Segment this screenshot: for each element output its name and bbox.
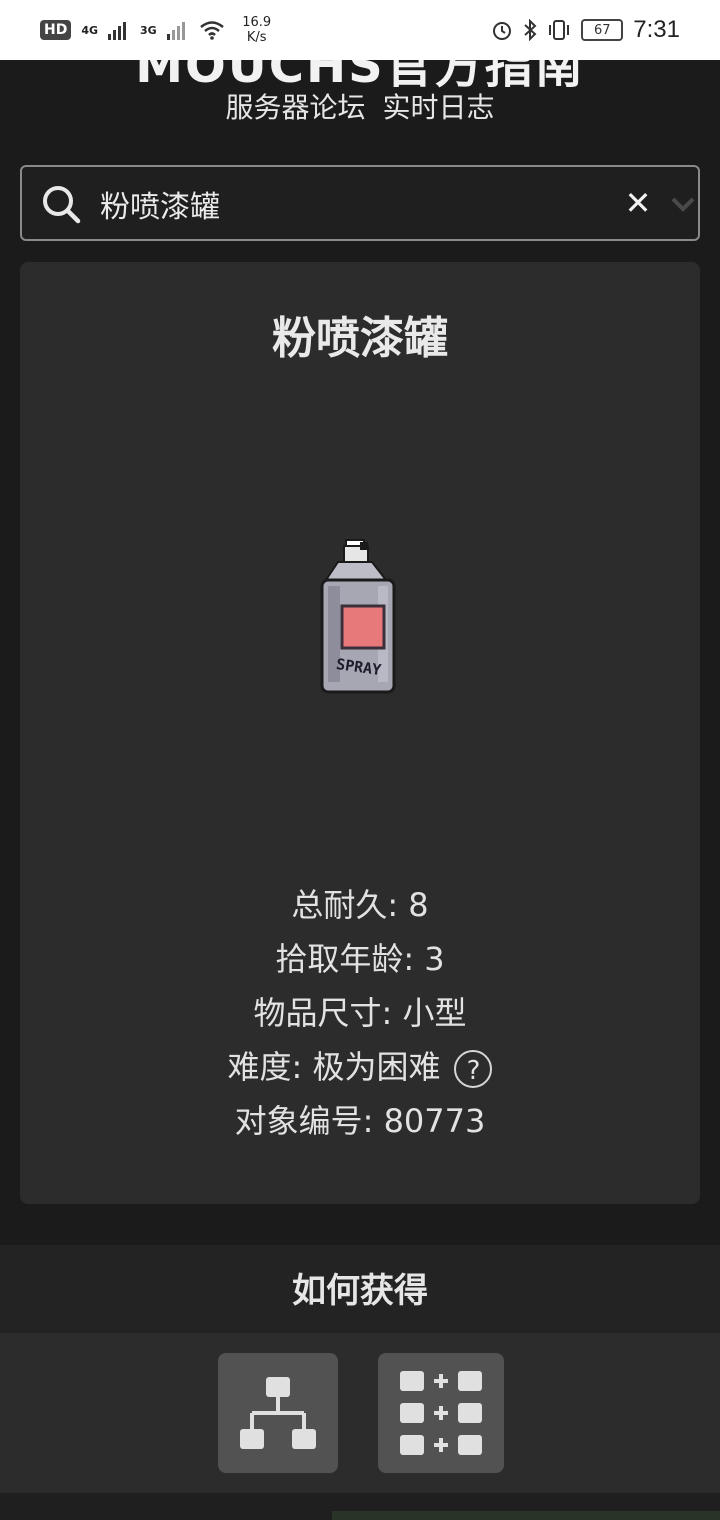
bottom-accent bbox=[332, 1511, 720, 1520]
clock: 7:31 bbox=[633, 16, 680, 43]
stat-object-id: 对象编号: 80773 bbox=[234, 1102, 486, 1140]
search-icon bbox=[43, 186, 81, 224]
close-icon[interactable]: ✕ bbox=[618, 183, 658, 223]
search-box[interactable]: ✕ bbox=[20, 165, 700, 241]
tech-tree-button[interactable] bbox=[218, 1353, 338, 1473]
obtain-section-title: 如何获得 bbox=[0, 1245, 720, 1333]
status-bar-left: HD 4G 3G 16.9 K/s bbox=[40, 15, 279, 45]
stat-item-size: 物品尺寸: 小型 bbox=[253, 994, 467, 1032]
network-type-2: 3G bbox=[140, 23, 157, 37]
signal-icon bbox=[108, 22, 127, 40]
hd-badge: HD bbox=[40, 20, 72, 40]
signal-weak-icon bbox=[166, 22, 185, 40]
network-speed: 16.9 K/s bbox=[235, 15, 279, 45]
item-title: 粉喷漆罐 bbox=[272, 313, 448, 364]
link-server-forum[interactable]: 服务器论坛 bbox=[226, 91, 366, 124]
site-header: MOUCHS官方指南 服务器论坛 实时日志 bbox=[0, 60, 720, 140]
tech-tree-icon bbox=[240, 1377, 316, 1449]
obtain-buttons bbox=[0, 1333, 720, 1493]
stat-difficulty: 难度: 极为困难? bbox=[20, 1040, 700, 1094]
search-input[interactable] bbox=[98, 177, 602, 231]
battery-indicator: 67 bbox=[581, 19, 624, 41]
item-card: 粉喷漆罐 SPRAY 总耐久: 8 拾取年龄: 3 物品尺寸: 小型 难度: 极… bbox=[20, 262, 700, 1204]
recipe-grid-icon bbox=[400, 1371, 482, 1455]
link-live-log[interactable]: 实时日志 bbox=[382, 91, 494, 124]
vibrate-icon bbox=[549, 20, 570, 40]
stat-total-durability: 总耐久: 8 bbox=[291, 886, 429, 924]
chevron-down-icon[interactable] bbox=[668, 189, 698, 219]
network-speed-unit: K/s bbox=[246, 30, 267, 45]
item-stats: 总耐久: 8 拾取年龄: 3 物品尺寸: 小型 难度: 极为困难? 对象编号: … bbox=[20, 878, 700, 1148]
stat-difficulty-label: 难度: 极为困难 bbox=[227, 1048, 441, 1086]
header-links: 服务器论坛 实时日志 bbox=[0, 86, 720, 126]
status-bar: HD 4G 3G 16.9 K/s 67 7:31 bbox=[0, 0, 720, 60]
network-speed-value: 16.9 bbox=[242, 15, 272, 30]
recipe-grid-button[interactable] bbox=[378, 1353, 504, 1473]
alarm-icon bbox=[493, 22, 512, 40]
status-bar-right: 67 7:31 bbox=[491, 16, 680, 44]
bottom-strip bbox=[0, 1493, 720, 1520]
bluetooth-icon bbox=[524, 19, 537, 41]
spray-can-icon: SPRAY bbox=[320, 539, 396, 694]
stat-pickup-age: 拾取年龄: 3 bbox=[275, 940, 445, 978]
wifi-icon bbox=[199, 21, 224, 40]
help-icon[interactable]: ? bbox=[454, 1050, 493, 1088]
network-type-1: 4G bbox=[81, 23, 99, 37]
